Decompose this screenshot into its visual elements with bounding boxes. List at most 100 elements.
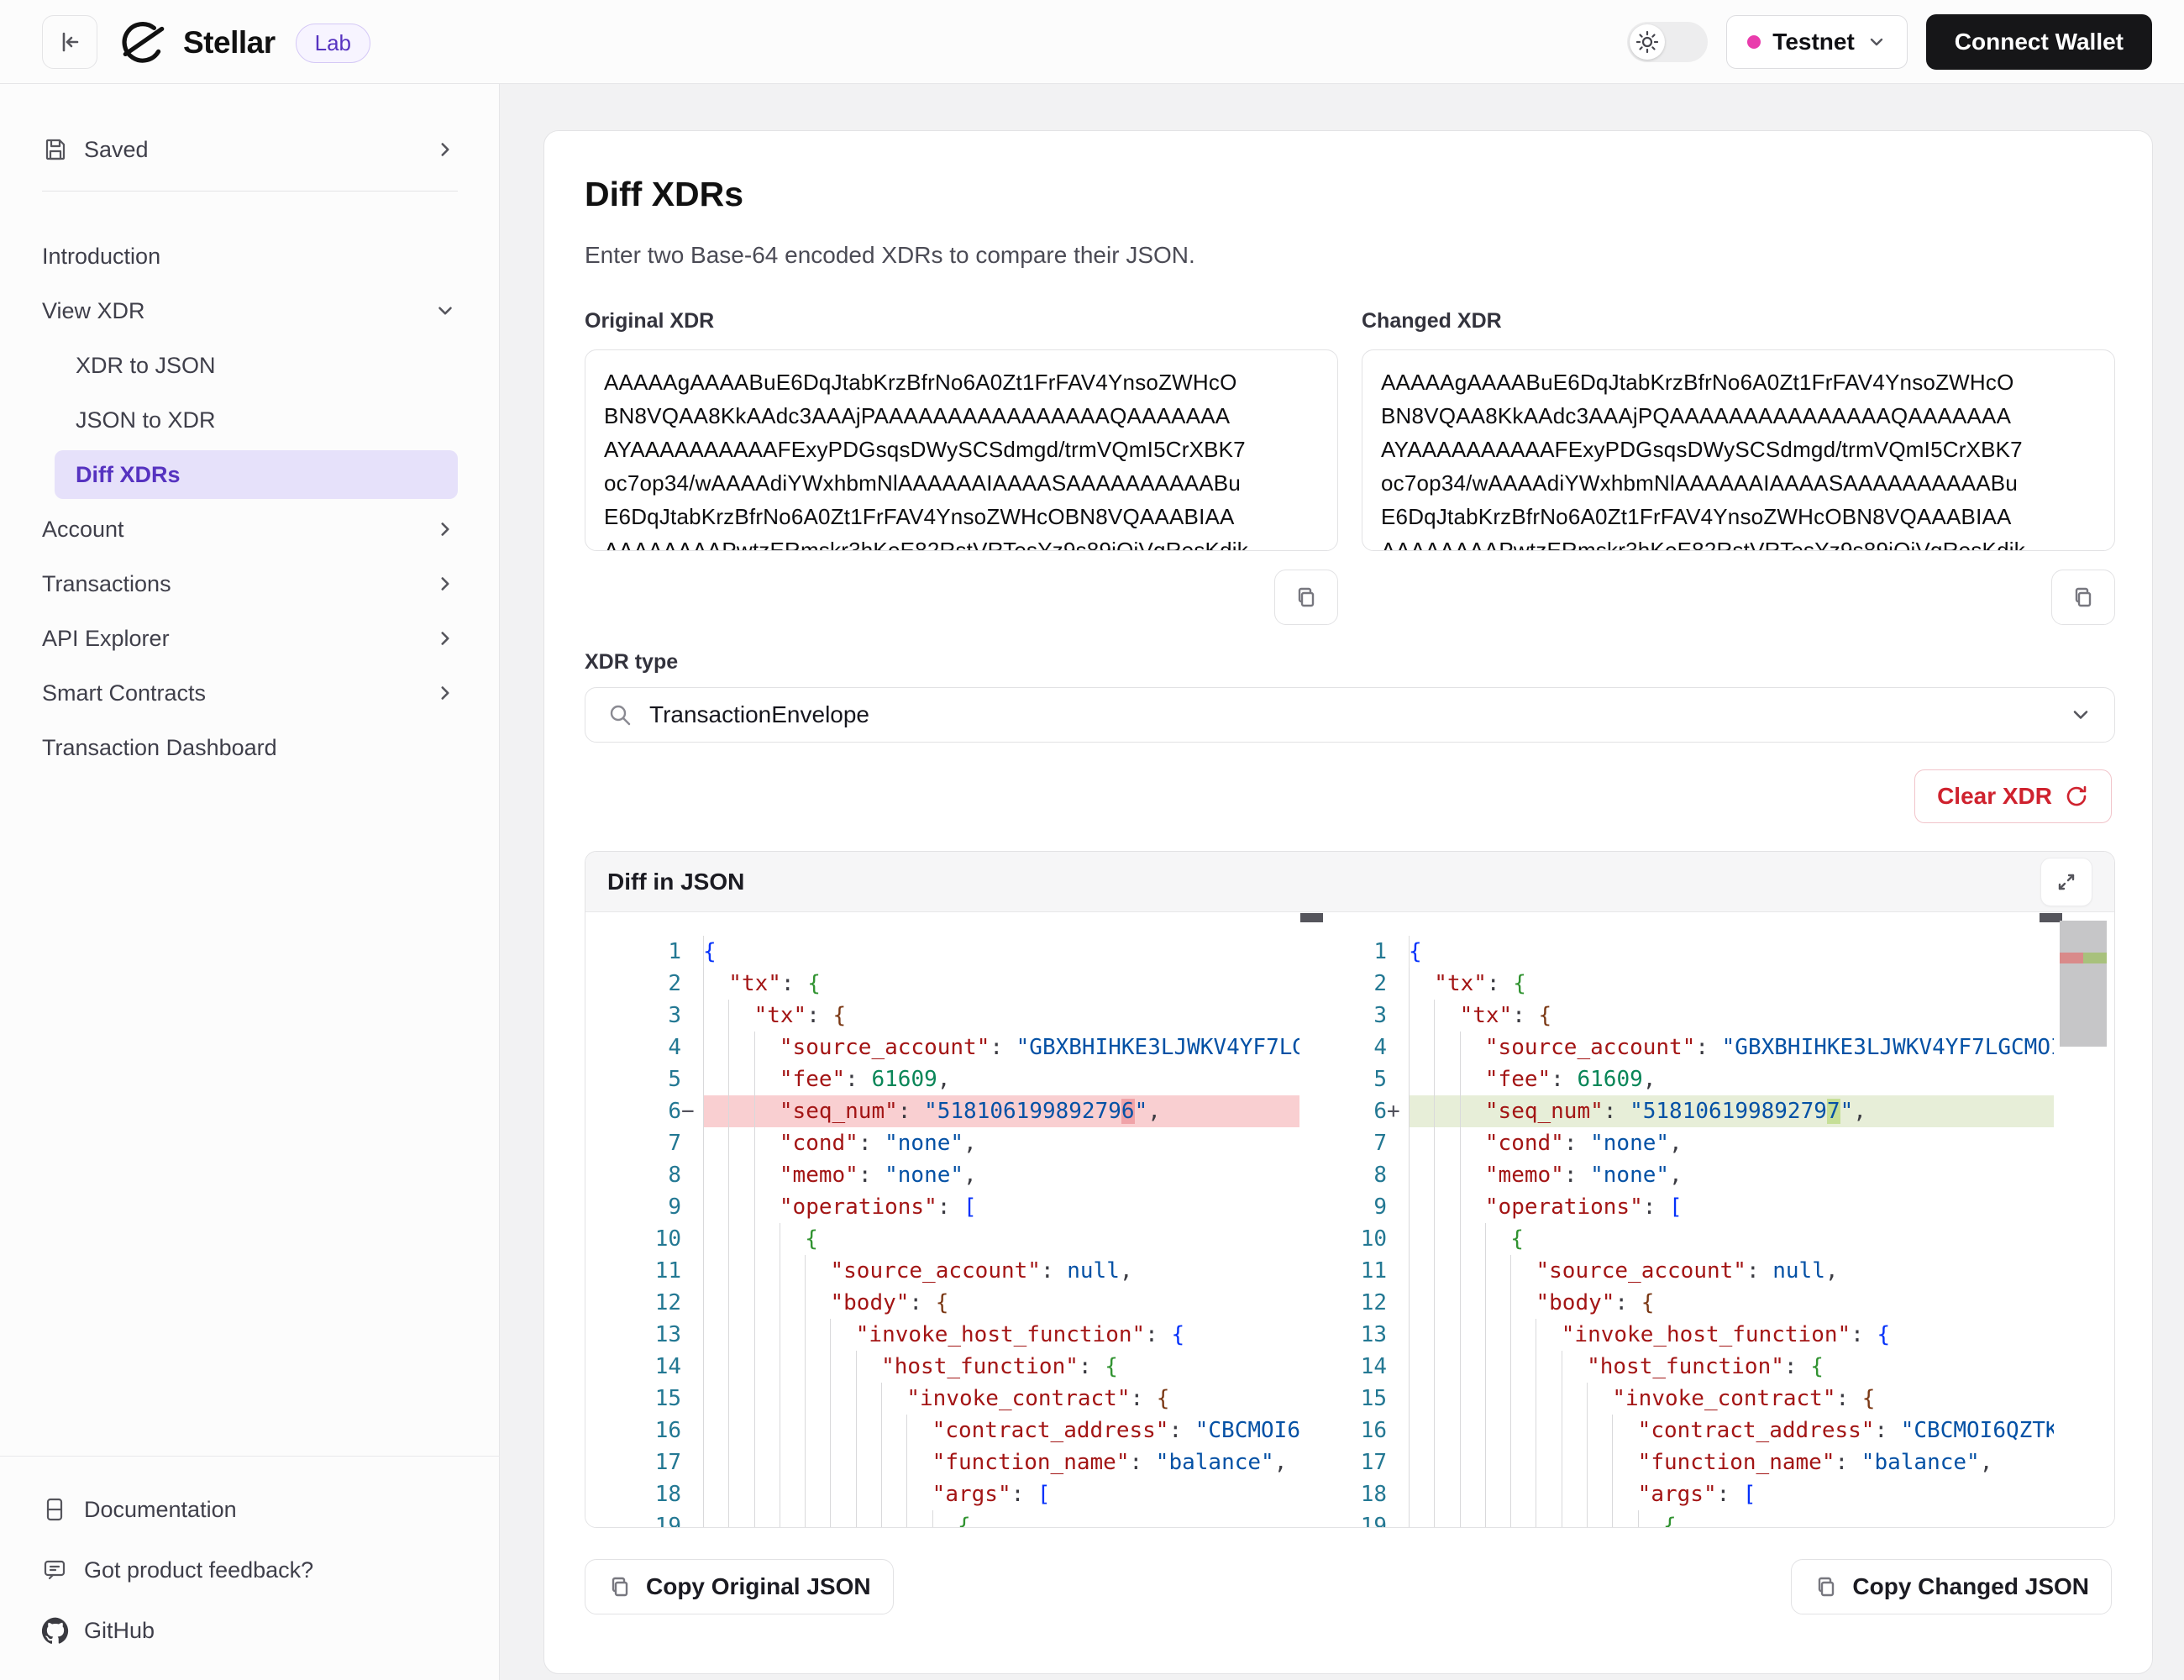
sidebar-item-transaction-dashboard[interactable]: Transaction Dashboard — [0, 722, 500, 773]
indent-guide — [703, 1319, 729, 1351]
sidebar-item-label: View XDR — [42, 298, 145, 324]
indent-guide — [1612, 1510, 1638, 1527]
indent-guide — [856, 1478, 882, 1510]
indent-guide — [1409, 1415, 1435, 1446]
indent-guide — [703, 1478, 729, 1510]
code-line: 6−"seq_num": "518106199892796", — [585, 1095, 1299, 1127]
indent-guide — [830, 1351, 856, 1383]
sidebar-item-transactions[interactable]: Transactions — [0, 559, 500, 609]
indent-guide — [1460, 1446, 1486, 1478]
line-number: 10 — [655, 1223, 681, 1255]
indent-guide — [1485, 1319, 1511, 1351]
indent-guide — [1562, 1478, 1588, 1510]
line-number: 6 — [668, 1095, 681, 1127]
sidebar-item-smart-contracts[interactable]: Smart Contracts — [0, 668, 500, 718]
sidebar-item-account[interactable]: Account — [0, 504, 500, 554]
line-number: 11 — [655, 1255, 681, 1287]
indent-guide — [1434, 1159, 1460, 1191]
indent-guide — [1409, 1223, 1435, 1255]
clear-xdr-button[interactable]: Clear XDR — [1914, 769, 2112, 823]
indent-guide — [1510, 1478, 1536, 1510]
sidebar-item-view-xdr[interactable]: View XDR — [0, 286, 500, 336]
diff-line-marker — [681, 1000, 703, 1032]
sidebar-item-json-to-xdr[interactable]: JSON to XDR — [0, 395, 500, 445]
sidebar-item-introduction[interactable]: Introduction — [0, 231, 500, 281]
sidebar-item-xdr-to-json[interactable]: XDR to JSON — [0, 340, 500, 391]
theme-toggle[interactable] — [1627, 22, 1708, 62]
diff-line-marker — [1387, 1032, 1409, 1063]
indent-guide — [1485, 1255, 1511, 1287]
connect-wallet-button[interactable]: Connect Wallet — [1926, 14, 2152, 70]
indent-guide — [728, 1287, 754, 1319]
copy-changed-xdr-button[interactable] — [2051, 570, 2115, 625]
indent-guide — [1434, 1095, 1460, 1127]
indent-guide — [1434, 1319, 1460, 1351]
diff-line-marker — [1387, 1446, 1409, 1478]
indent-guide — [1409, 1446, 1435, 1478]
ruler-sash-handle[interactable] — [2040, 913, 2062, 922]
code-line: 3"tx": { — [1318, 1000, 2054, 1032]
original-xdr-textarea[interactable]: AAAAAgAAAABuE6DqJtabKrzBfrNo6A0Zt1FrFAV4… — [585, 349, 1338, 551]
line-number: 13 — [1361, 1319, 1387, 1351]
diff-line-marker — [681, 1032, 703, 1063]
copy-changed-json-button[interactable]: Copy Changed JSON — [1791, 1559, 2112, 1614]
line-number: 2 — [1373, 968, 1387, 1000]
refresh-icon — [2064, 784, 2089, 809]
indent-guide — [1460, 1032, 1486, 1063]
line-number: 18 — [1361, 1478, 1387, 1510]
indent-guide — [856, 1415, 882, 1446]
indent-guide — [906, 1446, 932, 1478]
indent-guide — [780, 1383, 806, 1415]
network-selector[interactable]: Testnet — [1726, 15, 1908, 69]
sidebar-collapse-button[interactable] — [42, 15, 97, 69]
diff-sash-handle[interactable] — [1300, 913, 1323, 922]
sidebar-item-diff-xdrs[interactable]: Diff XDRs — [0, 449, 500, 500]
sidebar-item-api-explorer[interactable]: API Explorer — [0, 613, 500, 664]
indent-guide — [703, 1255, 729, 1287]
diff-line-marker — [681, 1127, 703, 1159]
indent-guide — [703, 1000, 729, 1032]
code-line: 13"invoke_host_function": { — [585, 1319, 1299, 1351]
diff-left-pane[interactable]: 1{2"tx": {3"tx": {4"source_account": "GB… — [585, 912, 1299, 1527]
indent-guide — [1409, 1383, 1435, 1415]
indent-guide — [728, 1032, 754, 1063]
diff-line-marker — [1387, 1127, 1409, 1159]
line-number: 2 — [668, 968, 681, 1000]
expand-diff-button[interactable] — [2040, 858, 2092, 906]
indent-guide — [856, 1446, 882, 1478]
scrollbar-thumb[interactable] — [2060, 921, 2107, 1047]
indent-guide — [1434, 1287, 1460, 1319]
line-number: 1 — [668, 936, 681, 968]
chevron-right-icon — [434, 573, 456, 595]
line-number: 19 — [1361, 1510, 1387, 1527]
sidebar-footer-github[interactable]: GitHub — [0, 1605, 500, 1656]
indent-guide — [728, 1351, 754, 1383]
sidebar-footer-divider — [0, 1456, 500, 1457]
code-line: 10{ — [585, 1223, 1299, 1255]
indent-guide — [703, 1446, 729, 1478]
ruler-deletion-mark — [2060, 953, 2083, 963]
sidebar-item-saved[interactable]: Saved — [0, 124, 500, 175]
code-line: 10{ — [1318, 1223, 2054, 1255]
brand-lab-badge: Lab — [296, 24, 370, 63]
indent-guide — [754, 1351, 780, 1383]
brand[interactable]: Stellar Lab — [119, 18, 370, 67]
copy-original-xdr-button[interactable] — [1274, 570, 1338, 625]
code-line: 16"contract_address": "CBCMOI6QZTKWWWVZ3… — [1318, 1415, 2054, 1446]
xdr-type-select[interactable]: TransactionEnvelope — [585, 687, 2115, 743]
indent-guide — [1434, 1446, 1460, 1478]
code-line: 12"body": { — [1318, 1287, 2054, 1319]
changed-xdr-textarea[interactable]: AAAAAgAAAABuE6DqJtabKrzBfrNo6A0Zt1FrFAV4… — [1362, 349, 2115, 551]
sidebar-item-label: Saved — [84, 137, 149, 163]
code-line: 11"source_account": null, — [585, 1255, 1299, 1287]
sidebar-footer-got-product-feedback-[interactable]: Got product feedback? — [0, 1545, 500, 1595]
sidebar-item-label: Account — [42, 517, 124, 543]
diff-right-pane[interactable]: 1{2"tx": {3"tx": {4"source_account": "GB… — [1318, 912, 2054, 1527]
diff-line-marker — [681, 1383, 703, 1415]
sidebar-footer-documentation[interactable]: Documentation — [0, 1484, 500, 1535]
indent-guide — [754, 1287, 780, 1319]
diff-line-marker — [1387, 1287, 1409, 1319]
code-line: 17"function_name": "balance", — [1318, 1446, 2054, 1478]
copy-original-json-button[interactable]: Copy Original JSON — [585, 1559, 894, 1614]
indent-guide — [1460, 1095, 1486, 1127]
